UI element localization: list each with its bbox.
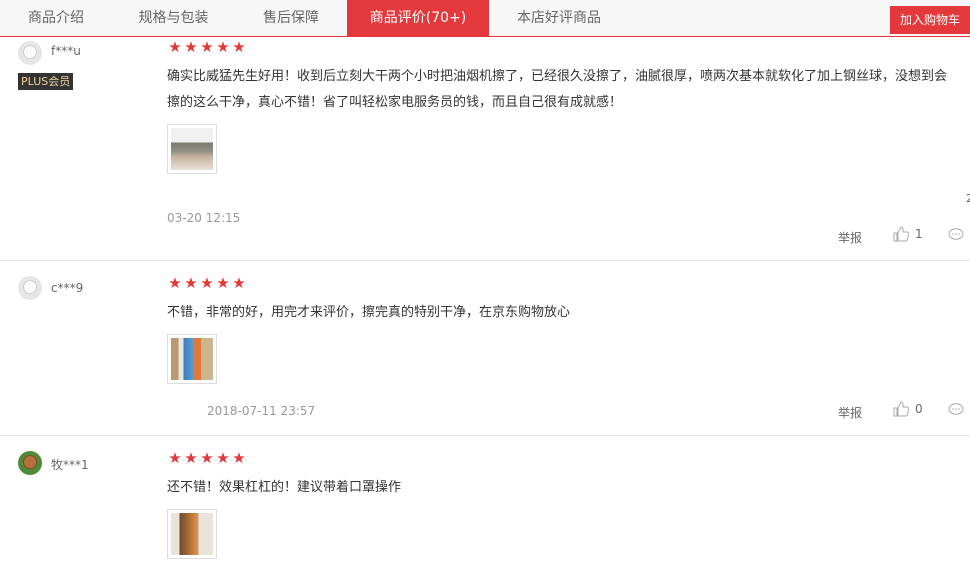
username[interactable]: c***9 <box>51 281 83 295</box>
user-avatar[interactable] <box>18 276 42 300</box>
star-icon: ★ <box>200 449 214 467</box>
like-count: 0 <box>915 402 923 416</box>
reply-button[interactable] <box>948 402 964 421</box>
star-icon: ★ <box>216 38 230 56</box>
review-content: 确实比威猛先生好用！收到后立刻大干两个小时把油烟机擦了，已经很久没擦了，油腻很厚… <box>167 69 948 110</box>
star-icon: ★ <box>232 274 246 292</box>
star-icon: ★ <box>168 274 182 292</box>
star-rating: ★ ★ ★ ★ ★ <box>167 450 247 466</box>
like-count: 1 <box>915 227 923 241</box>
review-item: f***u PLUS会员 ★ ★ ★ ★ ★ 确实比威猛先生好用！收到后立刻大干两个小时… <box>0 37 970 261</box>
star-icon: ★ <box>184 38 198 56</box>
review-photo-thumbnail[interactable] <box>167 509 217 559</box>
overflow-char: 2 <box>966 192 970 205</box>
star-rating: ★ ★ ★ ★ ★ <box>167 275 247 291</box>
add-to-cart-button[interactable]: 加入购物车 <box>890 6 970 34</box>
star-icon: ★ <box>232 449 246 467</box>
username[interactable]: f***u <box>51 44 81 58</box>
review-item: c***9 ★ ★ ★ ★ ★ 不错，非常的好，用完才来评价，擦完真的特别干净，在京东购… <box>0 261 970 436</box>
review-content: 还不错！效果杠杠的！建议带着口罩操作 <box>167 480 402 495</box>
like-button[interactable]: 0 <box>893 401 923 417</box>
star-icon: ★ <box>216 274 230 292</box>
thumbs-up-icon <box>893 401 910 417</box>
star-icon: ★ <box>200 38 214 56</box>
star-icon: ★ <box>168 38 182 56</box>
product-tab-bar: 商品介绍 规格与包装 售后保障 商品评价(70+) 本店好评商品 加入购物车 <box>0 0 970 37</box>
star-icon: ★ <box>232 38 246 56</box>
star-icon: ★ <box>168 449 182 467</box>
review-date: 2018-07-11 23:57 <box>207 404 316 418</box>
review-content: 不错，非常的好，用完才来评价，擦完真的特别干净，在京东购物放心 <box>167 305 571 320</box>
user-avatar[interactable] <box>18 451 42 475</box>
star-icon: ★ <box>184 274 198 292</box>
plus-member-badge: PLUS会员 <box>18 73 74 90</box>
tab-after-sales[interactable]: 售后保障 <box>235 0 347 36</box>
tab-store-top-rated[interactable]: 本店好评商品 <box>489 0 629 36</box>
comment-bubble-icon <box>948 228 964 240</box>
review-item: 牧***1 ★ ★ ★ ★ ★ 还不错！效果杠杠的！建议带着口罩操作 <box>0 436 970 563</box>
username[interactable]: 牧***1 <box>51 456 89 473</box>
report-link[interactable]: 举报 <box>838 229 862 246</box>
user-avatar[interactable] <box>18 41 42 65</box>
star-icon: ★ <box>184 449 198 467</box>
tab-specs[interactable]: 规格与包装 <box>112 0 235 36</box>
review-photo-thumbnail[interactable] <box>167 334 217 384</box>
thumbs-up-icon <box>893 226 910 242</box>
tab-reviews[interactable]: 商品评价(70+) <box>347 0 489 36</box>
tab-product-intro[interactable]: 商品介绍 <box>0 0 112 36</box>
star-icon: ★ <box>200 274 214 292</box>
star-icon: ★ <box>216 449 230 467</box>
review-photo-thumbnail[interactable] <box>167 124 217 174</box>
review-date: 03-20 12:15 <box>167 211 241 225</box>
reply-button[interactable] <box>948 227 964 246</box>
report-link[interactable]: 举报 <box>838 404 862 421</box>
star-rating: ★ ★ ★ ★ ★ <box>167 39 247 55</box>
like-button[interactable]: 1 <box>893 226 923 242</box>
comment-bubble-icon <box>948 403 964 415</box>
